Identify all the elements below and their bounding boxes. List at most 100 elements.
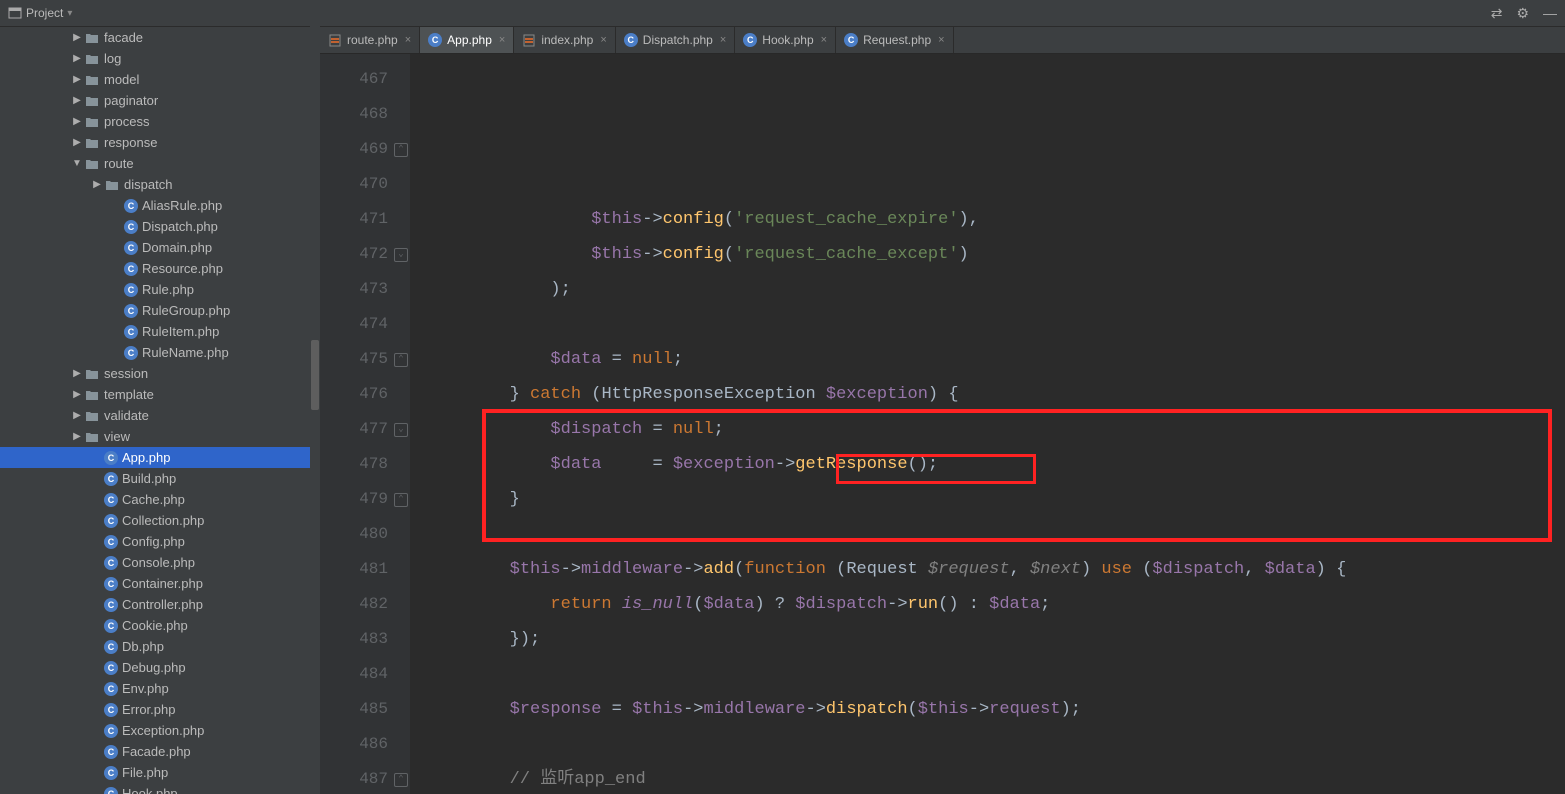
- sidebar-scrollbar[interactable]: [310, 27, 320, 794]
- code-editor[interactable]: 467468469⌃470471472⌄473474475⌃476477⌄478…: [320, 54, 1565, 794]
- code-line[interactable]: );: [428, 272, 1565, 307]
- tab-close-icon[interactable]: ×: [821, 34, 827, 46]
- tab-dispatch-php[interactable]: CDispatch.php×: [616, 27, 735, 53]
- code-line[interactable]: return is_null($data) ? $dispatch->run()…: [428, 587, 1565, 622]
- settings-icon[interactable]: ⇄: [1491, 5, 1503, 22]
- tree-arrow-icon[interactable]: ▶: [70, 137, 84, 148]
- fold-marker-icon[interactable]: ⌃: [394, 353, 408, 367]
- code-line[interactable]: } catch (HttpResponseException $exceptio…: [428, 377, 1565, 412]
- tree-file-rulename-php[interactable]: ▶CRuleName.php: [0, 342, 319, 363]
- tree-file-dispatch-php[interactable]: ▶CDispatch.php: [0, 216, 319, 237]
- tree-file-app-php[interactable]: ▶CApp.php: [0, 447, 319, 468]
- tree-folder-session[interactable]: ▶session: [0, 363, 319, 384]
- fold-marker-icon[interactable]: ⌄: [394, 248, 408, 262]
- tree-file-facade-php[interactable]: ▶CFacade.php: [0, 741, 319, 762]
- tree-arrow-icon[interactable]: ▶: [70, 95, 84, 106]
- tab-close-icon[interactable]: ×: [499, 34, 505, 46]
- code-line[interactable]: [428, 517, 1565, 552]
- tree-arrow-icon[interactable]: ▶: [70, 368, 84, 379]
- tab-route-php[interactable]: route.php×: [320, 27, 420, 53]
- code-line[interactable]: // 监听app_end: [428, 762, 1565, 794]
- tree-folder-dispatch[interactable]: ▶dispatch: [0, 174, 319, 195]
- tree-file-rulegroup-php[interactable]: ▶CRuleGroup.php: [0, 300, 319, 321]
- tree-file-cookie-php[interactable]: ▶CCookie.php: [0, 615, 319, 636]
- project-dropdown[interactable]: Project: [26, 6, 63, 20]
- scrollbar-thumb[interactable]: [311, 340, 319, 410]
- tree-folder-process[interactable]: ▶process: [0, 111, 319, 132]
- tree-file-console-php[interactable]: ▶CConsole.php: [0, 552, 319, 573]
- tab-index-php[interactable]: index.php×: [514, 27, 615, 53]
- tree-item-label: response: [104, 135, 157, 150]
- tree-file-container-php[interactable]: ▶CContainer.php: [0, 573, 319, 594]
- tree-file-rule-php[interactable]: ▶CRule.php: [0, 279, 319, 300]
- code-line[interactable]: $data = null;: [428, 342, 1565, 377]
- code-line[interactable]: [428, 657, 1565, 692]
- gutter-line: 483: [320, 622, 410, 657]
- code-line[interactable]: $dispatch = null;: [428, 412, 1565, 447]
- tree-file-aliasrule-php[interactable]: ▶CAliasRule.php: [0, 195, 319, 216]
- project-tree[interactable]: ▶facade▶log▶model▶paginator▶process▶resp…: [0, 27, 320, 794]
- tree-item-label: Facade.php: [122, 744, 191, 759]
- tree-file-cache-php[interactable]: ▶CCache.php: [0, 489, 319, 510]
- minimize-icon[interactable]: —: [1543, 5, 1557, 21]
- tab-close-icon[interactable]: ×: [600, 34, 606, 46]
- tree-arrow-icon[interactable]: ▶: [70, 116, 84, 127]
- code-line[interactable]: [428, 307, 1565, 342]
- tree-folder-validate[interactable]: ▶validate: [0, 405, 319, 426]
- tree-folder-log[interactable]: ▶log: [0, 48, 319, 69]
- code-content[interactable]: $this->config('request_cache_expire'), $…: [410, 54, 1565, 794]
- fold-marker-icon[interactable]: ⌃: [394, 773, 408, 787]
- tab-request-php[interactable]: CRequest.php×: [836, 27, 954, 53]
- tree-folder-facade[interactable]: ▶facade: [0, 27, 319, 48]
- tree-file-file-php[interactable]: ▶CFile.php: [0, 762, 319, 783]
- tree-file-controller-php[interactable]: ▶CController.php: [0, 594, 319, 615]
- code-line[interactable]: });: [428, 622, 1565, 657]
- tree-folder-view[interactable]: ▶view: [0, 426, 319, 447]
- tree-folder-model[interactable]: ▶model: [0, 69, 319, 90]
- tree-file-db-php[interactable]: ▶CDb.php: [0, 636, 319, 657]
- tree-arrow-icon[interactable]: ▶: [70, 53, 84, 64]
- tree-file-ruleitem-php[interactable]: ▶CRuleItem.php: [0, 321, 319, 342]
- tree-arrow-icon[interactable]: ▶: [90, 179, 104, 190]
- gear-icon[interactable]: ⚙: [1516, 5, 1529, 22]
- tree-arrow-icon[interactable]: ▼: [70, 158, 84, 169]
- tree-file-debug-php[interactable]: ▶CDebug.php: [0, 657, 319, 678]
- fold-marker-icon[interactable]: ⌃: [394, 493, 408, 507]
- tree-item-label: Domain.php: [142, 240, 212, 255]
- code-line[interactable]: $response = $this->middleware->dispatch(…: [428, 692, 1565, 727]
- tree-file-config-php[interactable]: ▶CConfig.php: [0, 531, 319, 552]
- tree-arrow-icon[interactable]: ▶: [70, 74, 84, 85]
- code-line[interactable]: $this->middleware->add(function (Request…: [428, 552, 1565, 587]
- tab-close-icon[interactable]: ×: [938, 34, 944, 46]
- tree-file-domain-php[interactable]: ▶CDomain.php: [0, 237, 319, 258]
- code-line[interactable]: }: [428, 482, 1565, 517]
- tree-folder-response[interactable]: ▶ response: [0, 132, 319, 153]
- tree-file-resource-php[interactable]: ▶CResource.php: [0, 258, 319, 279]
- tree-file-build-php[interactable]: ▶CBuild.php: [0, 468, 319, 489]
- code-line[interactable]: $data = $exception->getResponse();: [428, 447, 1565, 482]
- tree-arrow-icon[interactable]: ▶: [70, 389, 84, 400]
- tree-file-env-php[interactable]: ▶CEnv.php: [0, 678, 319, 699]
- tree-file-collection-php[interactable]: ▶CCollection.php: [0, 510, 319, 531]
- tree-arrow-icon[interactable]: ▶: [70, 431, 84, 442]
- fold-marker-icon[interactable]: ⌃: [394, 143, 408, 157]
- tree-folder-paginator[interactable]: ▶paginator: [0, 90, 319, 111]
- tree-folder-template[interactable]: ▶template: [0, 384, 319, 405]
- tree-file-error-php[interactable]: ▶CError.php: [0, 699, 319, 720]
- code-line[interactable]: [428, 727, 1565, 762]
- tree-file-exception-php[interactable]: ▶CException.php: [0, 720, 319, 741]
- tab-app-php[interactable]: CApp.php×: [420, 27, 514, 53]
- tree-file-hook-php[interactable]: ▶CHook.php: [0, 783, 319, 794]
- tree-folder-route[interactable]: ▼route: [0, 153, 319, 174]
- tree-arrow-icon[interactable]: ▶: [70, 410, 84, 421]
- php-file-icon: C: [124, 325, 138, 339]
- tab-hook-php[interactable]: CHook.php×: [735, 27, 836, 53]
- tree-arrow-icon[interactable]: ▶: [70, 32, 84, 43]
- code-line[interactable]: $this->config('request_cache_except'): [428, 237, 1565, 272]
- fold-marker-icon[interactable]: ⌄: [394, 423, 408, 437]
- tab-close-icon[interactable]: ×: [405, 34, 411, 46]
- php-file-icon: C: [104, 640, 118, 654]
- tab-close-icon[interactable]: ×: [720, 34, 726, 46]
- gutter-line: 486: [320, 727, 410, 762]
- code-line[interactable]: $this->config('request_cache_expire'),: [428, 202, 1565, 237]
